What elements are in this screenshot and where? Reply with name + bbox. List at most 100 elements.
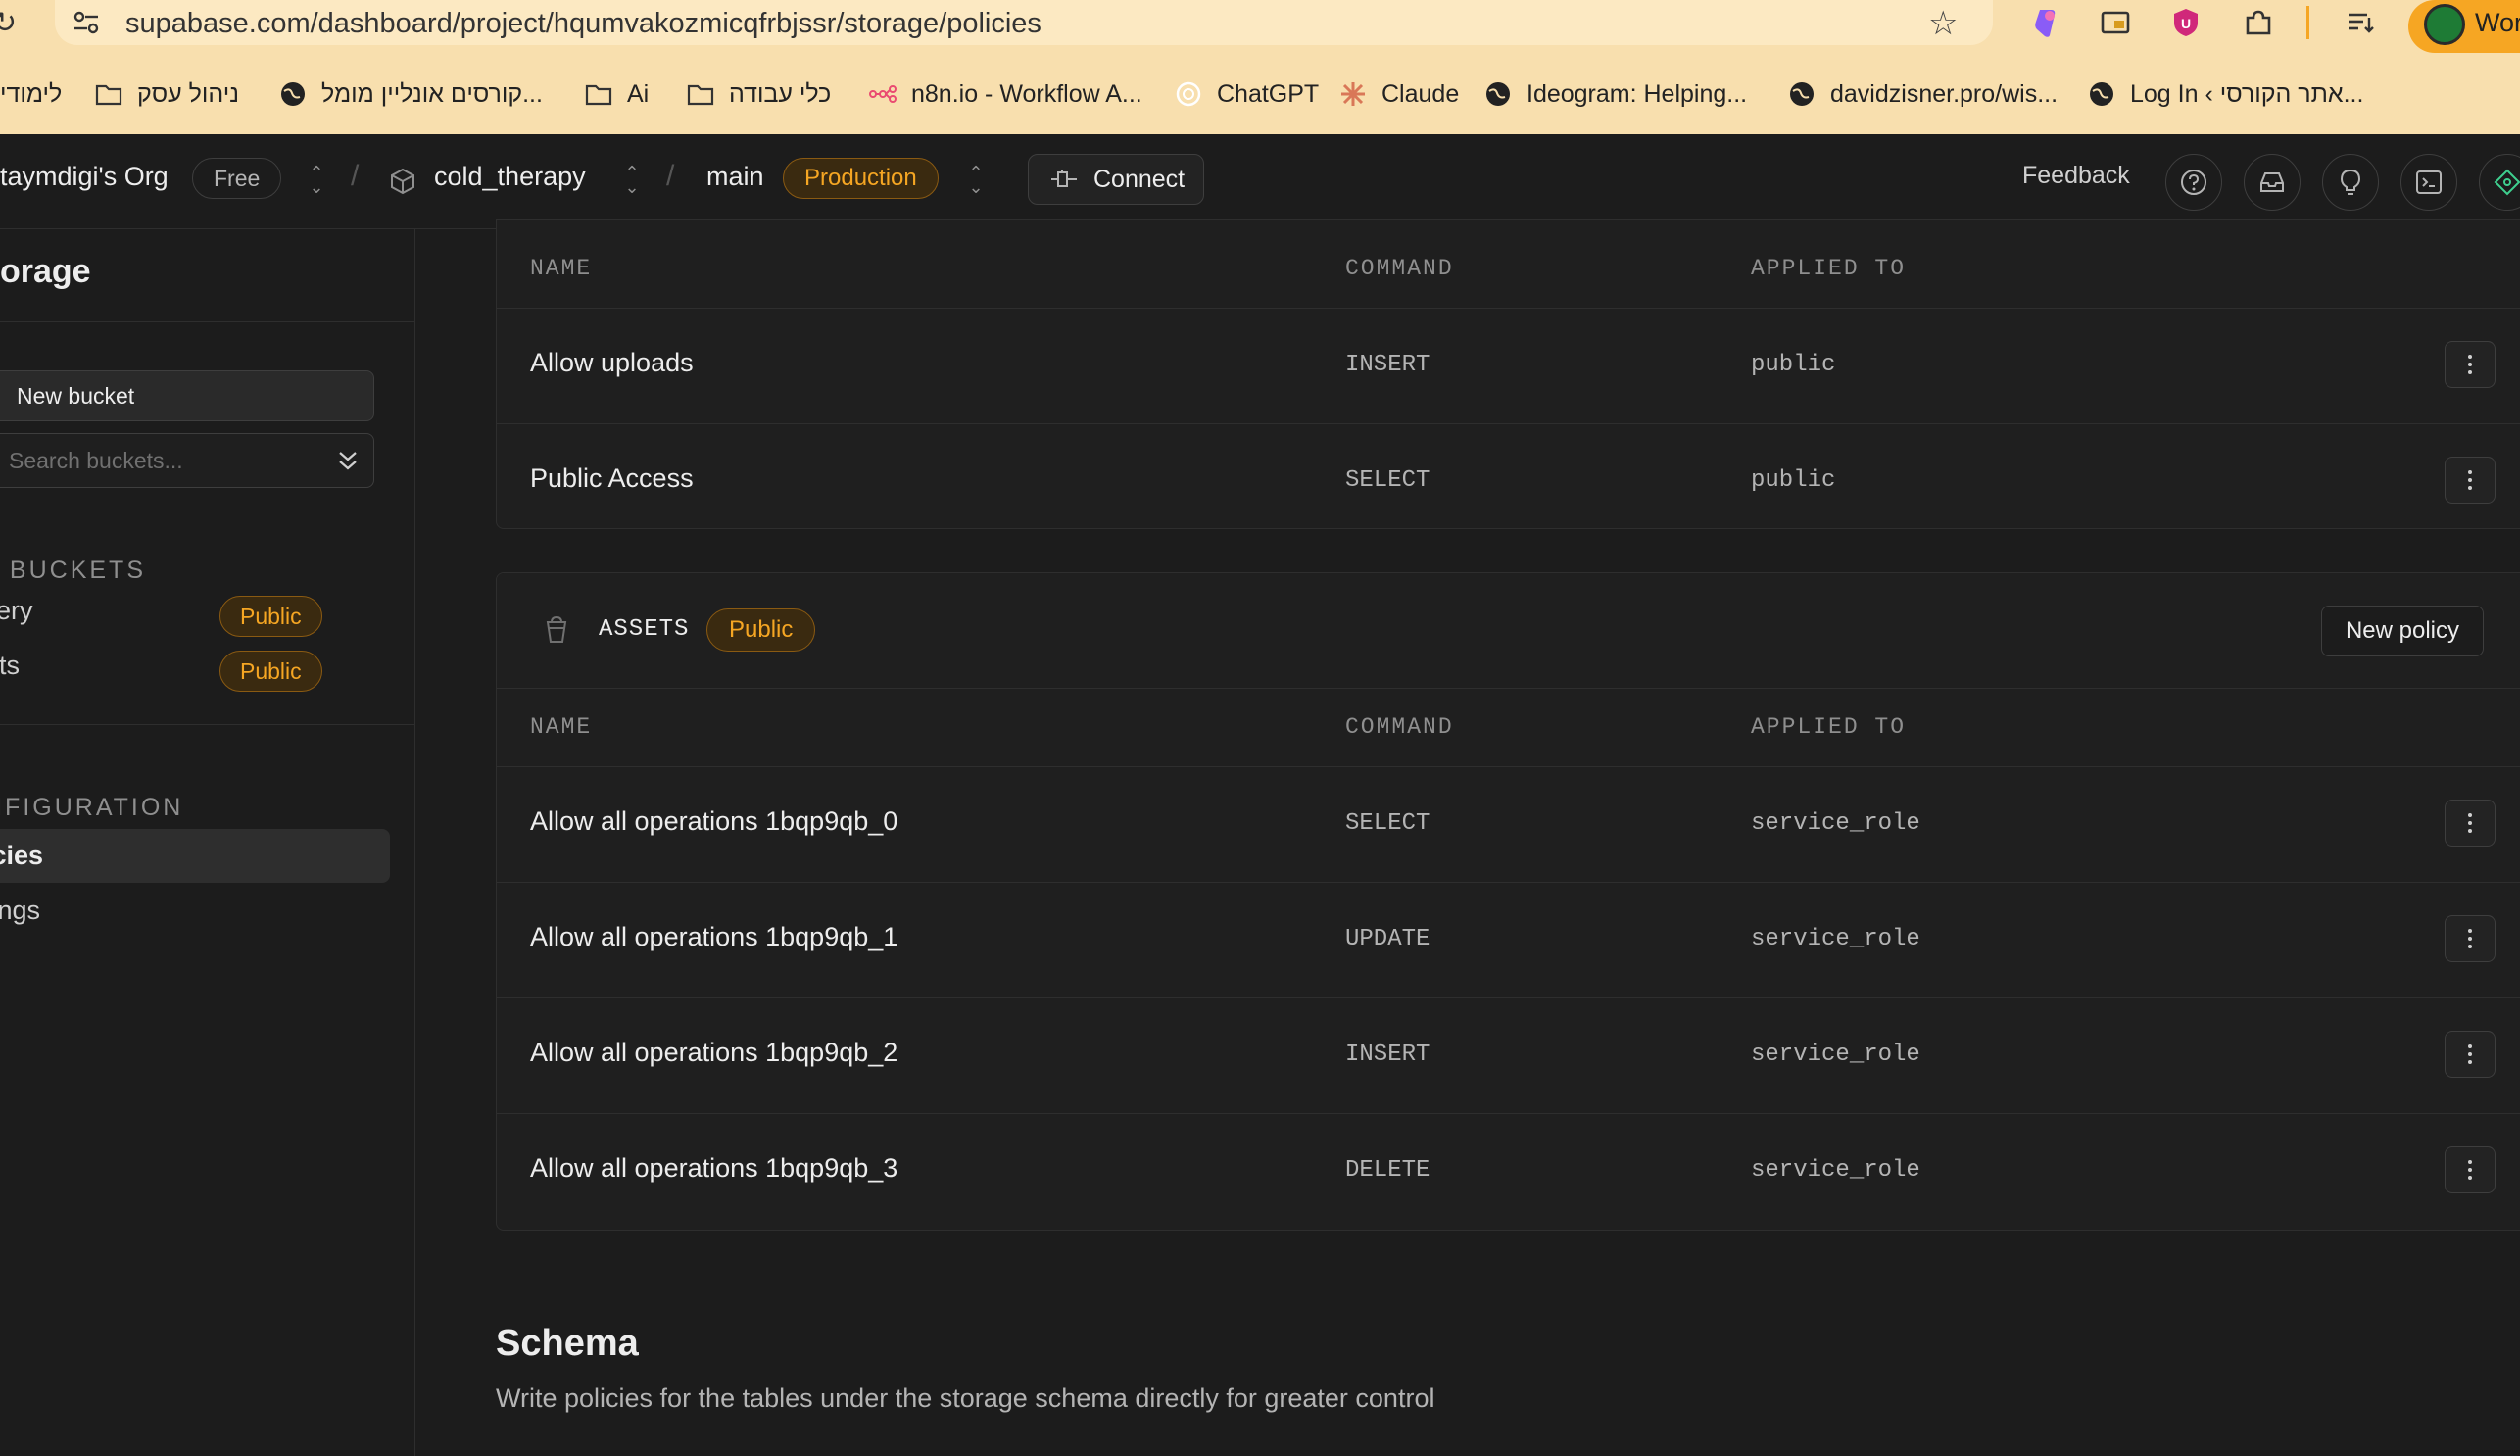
policy-name[interactable]: Allow all operations 1bqp9qb_3 [530,1153,897,1184]
public-badge: Public [706,608,816,652]
more-vertical-icon [2468,929,2472,948]
site-info-icon[interactable] [71,8,102,37]
configuration-section-header: NFIGURATION [0,794,184,821]
bookmark-item[interactable]: davidzisner.pro/wis... [1787,73,2058,116]
org-name[interactable]: taymdigi's Org [0,162,169,192]
table-header: NAME COMMAND APPLIED TO [497,230,2520,309]
policy-applied-to: service_role [1751,926,1920,952]
table-row[interactable]: Allow all operations 1bqp9qb_1 UPDATE serv… [497,883,2520,998]
bookmark-item[interactable]: ChatGPT [1174,73,1319,116]
policy-name[interactable]: Allow all operations 1bqp9qb_1 [530,922,897,952]
bookmark-star-icon[interactable]: ☆ [1928,4,1958,43]
bookmark-label: davidzisner.pro/wis... [1830,79,2059,108]
bookmark-item[interactable]: ניהול עסק [94,73,239,116]
extension-color-icon[interactable] [2028,6,2061,39]
bookmark-item[interactable]: Claude [1338,73,1459,116]
row-actions-button[interactable] [2445,341,2496,388]
avatar[interactable] [2424,4,2465,45]
row-actions-button[interactable] [2445,457,2496,504]
extensions-puzzle-icon[interactable] [2242,6,2275,39]
feedback-button[interactable]: Feedback [2022,162,2130,190]
globe-icon [2090,82,2113,106]
column-header-command: COMMAND [1345,256,1454,281]
address-row: ↻ supabase.com/dashboard/project/hqumvak… [0,0,2520,53]
policy-name[interactable]: Allow uploads [530,348,694,378]
policy-command: INSERT [1345,1042,1430,1068]
search-buckets-input[interactable] [0,433,374,488]
sidebar-item-policies-active-bg[interactable] [0,829,390,883]
table-row[interactable]: Allow all operations 1bqp9qb_2 INSERT serv… [497,998,2520,1114]
sidebar-item-bucket-gallery[interactable]: llery [0,596,33,626]
more-vertical-icon [2468,1044,2472,1064]
schema-section-title: Schema [496,1323,639,1364]
connect-button[interactable]: Connect [1028,154,1204,205]
assets-bucket-policies-card: ASSETS Public New policy NAME COMMAND AP… [496,572,2520,1231]
policy-name[interactable]: Allow all operations 1bqp9qb_2 [530,1038,897,1068]
claude-icon [1341,82,1365,106]
chevron-down-icon[interactable] [335,447,361,474]
bookmark-item[interactable]: Ai [584,73,649,116]
help-button[interactable] [2165,154,2222,211]
table-row[interactable]: Allow all operations 1bqp9qb_3 DELETE serv… [497,1114,2520,1230]
bookmark-item[interactable]: n8n.io - Workflow A... [868,73,1142,116]
bookmark-item[interactable]: לימודי [0,73,62,116]
sidebar-item-policies[interactable]: icies [0,841,43,871]
storage-sidebar: orage New bucket L BUCKETS llery Public … [0,229,415,1456]
environment-badge: Production [783,158,939,199]
public-badge: Public [219,651,322,692]
policy-name[interactable]: Public Access [530,463,694,494]
bookmark-item[interactable]: כלי עבודה [686,73,831,116]
row-actions-button[interactable] [2445,1031,2496,1078]
policy-applied-to: public [1751,467,1836,494]
bookmarks-bar: לימודי ניהול עסק קורסים אונליין מומל... Ai כ… [0,73,2520,116]
sidebar-title: orage [0,253,91,290]
extension-cast-icon[interactable] [2099,6,2132,39]
public-badge: Public [219,596,322,637]
row-actions-button[interactable] [2445,800,2496,847]
policy-command: DELETE [1345,1157,1430,1184]
bookmark-label: כלי עבודה [729,79,832,108]
assistant-button[interactable] [2479,154,2520,211]
branch-name[interactable]: main [706,162,764,192]
globe-icon [281,82,305,106]
row-actions-button[interactable] [2445,915,2496,962]
divider [0,724,415,725]
inbox-button[interactable] [2244,154,2301,211]
browser-toolbar: ↻ supabase.com/dashboard/project/hqumvak… [0,0,2520,134]
reload-icon[interactable]: ↻ [0,6,17,40]
profile-label[interactable]: Wor [2475,8,2520,38]
connect-label: Connect [1093,165,1186,193]
globe-icon [1486,82,1510,106]
policy-command: SELECT [1345,810,1430,837]
sql-terminal-button[interactable] [2400,154,2457,211]
extension-shield-icon[interactable]: U [2169,6,2203,39]
org-switcher-chevron-icon[interactable]: ⌃ ⌄ [308,164,325,196]
tips-button[interactable] [2322,154,2379,211]
url-text[interactable]: supabase.com/dashboard/project/hqumvakoz… [125,8,1042,40]
table-row[interactable]: Allow all operations 1bqp9qb_0 SELECT serv… [497,767,2520,883]
table-row[interactable]: Allow uploads INSERT public [497,309,2520,424]
new-policy-button[interactable]: New policy [2321,606,2484,656]
branch-switcher-chevron-icon[interactable]: ⌃ ⌄ [967,164,985,196]
policy-name[interactable]: Allow all operations 1bqp9qb_0 [530,806,897,837]
sidebar-item-bucket-assets[interactable]: ets [0,651,20,681]
project-name[interactable]: cold_therapy [434,162,586,192]
table-row[interactable]: Public Access SELECT public [497,424,2520,528]
breadcrumb-separator: / [666,160,675,192]
sidebar-item-settings[interactable]: tings [0,896,40,926]
more-vertical-icon [2468,813,2472,833]
new-bucket-button[interactable]: New bucket [0,370,374,421]
policy-command: UPDATE [1345,926,1430,952]
project-switcher-chevron-icon[interactable]: ⌃ ⌄ [623,164,641,196]
bookmark-label: n8n.io - Workflow A... [911,79,1142,108]
bookmark-item[interactable]: Ideogram: Helping... [1483,73,1747,116]
schema-section-description: Write policies for the tables under the … [496,1383,1435,1413]
row-actions-button[interactable] [2445,1146,2496,1193]
column-header-applied-to: APPLIED TO [1751,714,1907,740]
more-vertical-icon [2468,1160,2472,1180]
reading-list-icon[interactable] [2344,6,2377,39]
bookmark-item[interactable]: קורסים אונליין מומל... [278,73,543,116]
bookmark-item[interactable]: Log In ‹ אתר הקורסי... [2087,73,2363,116]
policy-command: SELECT [1345,467,1430,494]
bucket-icon [546,616,567,643]
